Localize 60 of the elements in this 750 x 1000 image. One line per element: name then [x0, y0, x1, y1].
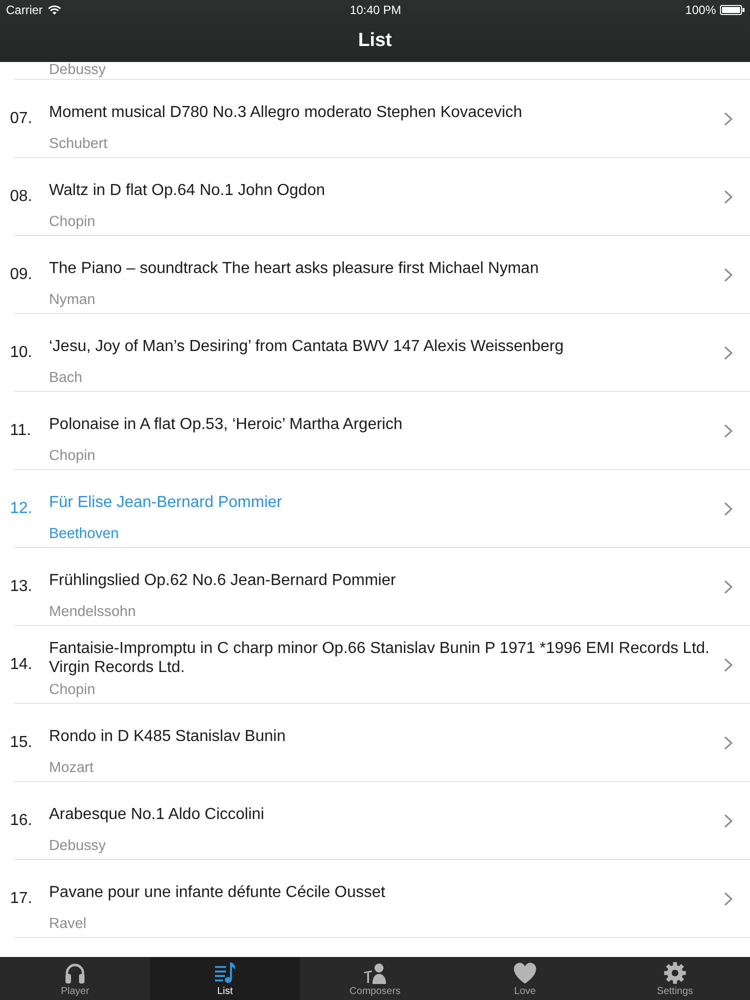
settings-icon [663, 962, 687, 984]
composer-name: Debussy [49, 838, 106, 854]
composer-name: Nyman [49, 292, 96, 308]
chevron-icon[interactable] [724, 112, 733, 126]
track-number: 17. [10, 889, 34, 908]
chevron-icon[interactable] [724, 190, 733, 204]
status-time: 10:40 PM [350, 3, 402, 17]
chevron-icon[interactable] [724, 658, 733, 672]
battery-percent: 100% [685, 3, 716, 17]
heart-icon [513, 962, 537, 984]
track-title[interactable]: Fantaisie-Impromptu in C charp minor Op.66 Stanislav Bunin P 1971 *1996 EMI Records Ltd. Virgin Records Ltd. [49, 639, 721, 677]
chevron-icon[interactable] [724, 268, 733, 282]
track-number: 11. [10, 421, 32, 440]
carrier-label: Carrier [6, 3, 43, 17]
chevron-icon[interactable] [724, 580, 733, 594]
track-number: 15. [10, 733, 34, 752]
track-number: 08. [10, 187, 34, 206]
track-number: 09. [10, 265, 34, 284]
tab-button[interactable]: List [150, 957, 300, 1000]
composer-name: Chopin [49, 214, 96, 230]
nav-title: List [358, 30, 392, 52]
chevron-icon[interactable] [724, 736, 733, 750]
chevron-icon[interactable] [724, 346, 733, 360]
track-number: 14. [10, 655, 34, 674]
composer-name: Mendelssohn [49, 604, 136, 620]
composer-name: Mozart [49, 760, 94, 776]
playlist-note-icon [213, 962, 237, 984]
track-title[interactable]: Frühlingslied Op.62 No.6 Jean-Bernard Pommier [49, 570, 396, 590]
track-title[interactable]: ‘Jesu, Joy of Man’s Desiring’ from Cantata BWV 147 Alexis Weissenberg [49, 336, 564, 356]
tab-button[interactable]: Player [0, 957, 150, 1000]
composer-name: Chopin [49, 682, 96, 698]
tab-button[interactable]: Settings [600, 957, 750, 1000]
track-title[interactable]: The Piano – soundtrack The heart asks pleasure first Michael Nyman [49, 258, 539, 278]
track-title[interactable]: Waltz in D flat Op.64 No.1 John Ogdon [49, 180, 325, 200]
composer-name: Beethoven [49, 526, 119, 542]
tab-button[interactable]: Composers [300, 957, 450, 1000]
chevron-icon[interactable] [724, 502, 733, 516]
track-title[interactable]: Pavane pour une infante défunte Cécile Ousset [49, 882, 386, 902]
track-number: 16. [10, 811, 34, 830]
composer-name: Chopin [49, 448, 96, 464]
track-number: 12. [10, 499, 34, 518]
bust-icon [363, 962, 387, 984]
chevron-icon[interactable] [724, 424, 733, 438]
track-title[interactable]: Arabesque No.1 Aldo Ciccolini [49, 804, 264, 824]
track-number: 13. [10, 577, 34, 596]
composer-name: Bach [49, 370, 82, 386]
chevron-icon[interactable] [724, 892, 733, 906]
composer-name: Schubert [49, 136, 108, 152]
composer-name: Debussy [49, 62, 106, 78]
chevron-icon[interactable] [724, 814, 733, 828]
track-title[interactable]: Polonaise in A flat Op.53, ‘Heroic’ Martha Argerich [49, 414, 402, 434]
composer-name: Ravel [49, 916, 86, 932]
track-number: 07. [10, 109, 34, 128]
headphones-icon [63, 962, 87, 984]
wifi-icon [48, 5, 61, 15]
battery-icon [720, 5, 745, 15]
track-title[interactable]: Moment musical D780 No.3 Allegro moderato Stephen Kovacevich [49, 102, 522, 122]
track-title[interactable]: Rondo in D K485 Stanislav Bunin [49, 726, 286, 746]
track-number: 10. [10, 343, 34, 362]
tab-button[interactable]: Love [450, 957, 600, 1000]
